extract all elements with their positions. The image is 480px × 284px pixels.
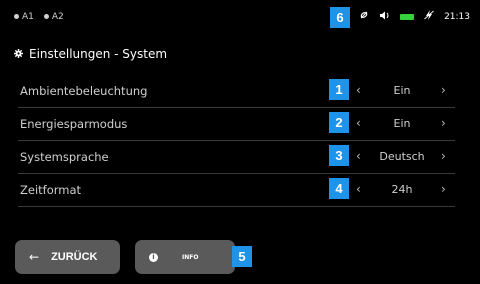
battery-icon: [400, 13, 415, 20]
setting-label: Ambientebeleuchtung: [20, 84, 148, 98]
dot-icon: [14, 14, 19, 19]
settings-list: Ambientebeleuchtung 1 ‹ Ein › Energiespa…: [18, 75, 455, 207]
page-title: Einstellungen - System: [29, 47, 168, 61]
chevron-left-icon[interactable]: ‹: [356, 116, 361, 130]
setting-label: Systemsprache: [20, 150, 109, 164]
clock: 21:13: [444, 11, 470, 22]
info-icon: i: [149, 252, 158, 262]
callout-badge-2: 2: [329, 112, 349, 133]
setting-row-energy-saving[interactable]: Energiesparmodus 2 ‹ Ein ›: [18, 108, 455, 141]
output-indicators: A1 A2: [14, 12, 64, 22]
callout-badge-3: 3: [329, 145, 349, 166]
callout-badge-4: 4: [329, 178, 349, 199]
status-icons: 21:13: [359, 10, 470, 23]
callout-badge-6: 6: [330, 7, 350, 28]
callout-badge-5: 5: [232, 246, 252, 267]
setting-value: Ein: [393, 117, 411, 130]
setting-row-time-format[interactable]: Zeitformat 4 ‹ 24h ›: [18, 174, 455, 207]
chevron-left-icon[interactable]: ‹: [356, 83, 361, 97]
arrow-left-icon: ←: [29, 250, 40, 264]
setting-value: 24h: [391, 183, 413, 196]
speaker-icon: [379, 11, 390, 23]
chevron-right-icon[interactable]: ›: [441, 83, 446, 97]
status-bar: A1 A2 6 21:13: [0, 0, 480, 36]
setting-row-ambient-light[interactable]: Ambientebeleuchtung 1 ‹ Ein ›: [18, 75, 455, 108]
chevron-right-icon[interactable]: ›: [441, 182, 446, 196]
callout-badge-1: 1: [329, 79, 349, 100]
chevron-right-icon[interactable]: ›: [441, 116, 446, 130]
satellite-icon: [359, 10, 369, 23]
dot-icon: [43, 14, 49, 19]
back-button-label: ZURÜCK: [51, 251, 98, 263]
chevron-left-icon[interactable]: ‹: [356, 149, 361, 163]
page-title-row: Einstellungen - System: [14, 47, 167, 61]
setting-value: Deutsch: [379, 150, 425, 163]
output-a1: A1: [14, 12, 34, 22]
output-a2: A2: [43, 12, 64, 22]
back-button[interactable]: ← ZURÜCK: [15, 240, 120, 274]
gear-icon: [14, 47, 23, 61]
charging-icon: [424, 10, 434, 23]
chevron-right-icon[interactable]: ›: [441, 149, 446, 163]
setting-value: Ein: [393, 84, 411, 97]
chevron-left-icon[interactable]: ‹: [356, 182, 361, 196]
info-button[interactable]: i INFO: [135, 240, 235, 274]
setting-label: Zeitformat: [20, 183, 82, 197]
info-button-label: INFO: [182, 253, 199, 261]
setting-label: Energiesparmodus: [20, 117, 128, 131]
setting-row-system-language[interactable]: Systemsprache 3 ‹ Deutsch ›: [18, 141, 455, 174]
